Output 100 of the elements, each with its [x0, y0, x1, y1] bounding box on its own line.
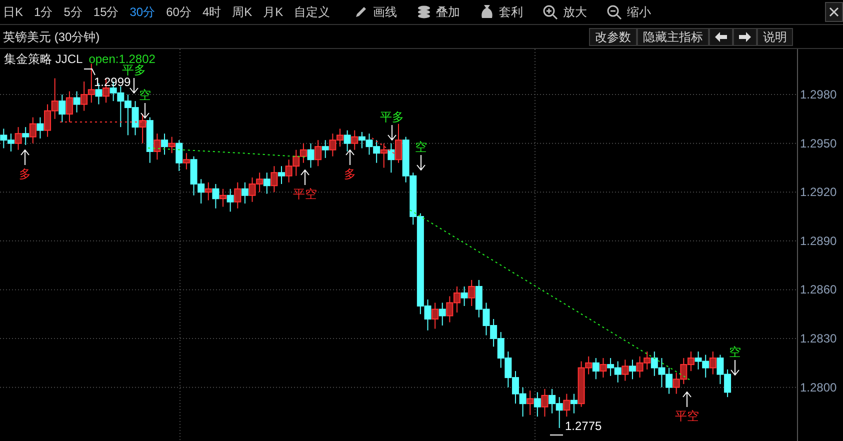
candlestick — [351, 130, 358, 150]
candlestick — [314, 140, 322, 167]
candlestick — [563, 393, 570, 418]
price-axis-label: 1.2950 — [800, 136, 837, 150]
tool-button[interactable]: 缩小 — [607, 3, 652, 21]
down-arrow-icon — [388, 124, 396, 141]
left-arrow-icon — [715, 32, 727, 42]
candlestick — [432, 302, 439, 330]
up-arrow-icon — [682, 391, 692, 408]
period-tab[interactable]: 月K — [263, 3, 284, 21]
down-arrow-icon — [730, 360, 740, 376]
up-arrow-icon — [346, 149, 354, 166]
coin-stack-icon — [417, 5, 432, 19]
price-axis-label: 1.2860 — [800, 282, 837, 297]
forward-arrow-button[interactable] — [733, 28, 757, 46]
period-tab[interactable]: 5分 — [64, 3, 82, 21]
close-button[interactable] — [825, 2, 843, 22]
candlestick — [139, 114, 146, 144]
candlestick — [263, 172, 270, 194]
candlestick — [534, 392, 541, 418]
right-arrow-icon — [739, 32, 751, 42]
signal-label: 空 — [415, 140, 427, 154]
candlestick — [628, 359, 636, 380]
candlestick — [322, 140, 329, 158]
candlestick — [541, 388, 548, 418]
candlestick — [161, 133, 168, 156]
candlestick — [600, 358, 607, 378]
candlestick — [592, 358, 600, 380]
signal-label: 空 — [139, 88, 151, 102]
period-tab[interactable]: 自定义 — [294, 3, 330, 21]
candlestick — [182, 152, 190, 170]
candlestick — [73, 90, 80, 113]
candlestick — [168, 136, 176, 154]
candlestick — [380, 142, 388, 168]
candlestick — [226, 188, 234, 212]
zoom-in-icon — [543, 4, 558, 20]
down-arrow-icon — [140, 102, 150, 119]
signal-label: 空 — [729, 345, 741, 359]
signal-label: 平多 — [380, 110, 404, 124]
signal-label: 平空 — [293, 187, 317, 201]
period-tab[interactable]: 周K — [232, 3, 252, 21]
candlestick — [468, 279, 476, 306]
tool-button[interactable]: 放大 — [543, 3, 588, 21]
header-button[interactable]: 隐藏主指标 — [637, 28, 709, 46]
candlestick — [36, 116, 44, 139]
candlestick — [709, 351, 716, 375]
candlestick — [570, 393, 578, 414]
close-icon — [829, 7, 839, 17]
period-tab[interactable]: 4时 — [202, 3, 222, 21]
down-arrow-icon — [416, 154, 426, 171]
candlestick — [300, 142, 307, 164]
candlestick — [460, 286, 468, 306]
candlestick — [526, 390, 534, 416]
price-axis-label: 1.2920 — [800, 185, 837, 200]
tool-button[interactable]: 叠加 — [417, 3, 460, 21]
price-axis-label: 1.2800 — [800, 380, 837, 394]
candlestick — [438, 302, 446, 326]
candlestick — [14, 126, 22, 150]
price-axis-label: 1.2830 — [800, 332, 837, 346]
candlestick — [66, 90, 73, 123]
header-button[interactable]: 改参数 — [589, 28, 637, 46]
zoom-out-icon — [607, 4, 622, 20]
candlestick — [58, 94, 66, 123]
indicator-value: open:1.2802 — [88, 51, 156, 66]
period-tab[interactable]: 15分 — [93, 3, 119, 21]
up-arrow-icon — [300, 169, 310, 186]
period-tab[interactable]: 30分 — [130, 3, 156, 21]
candlestick — [307, 142, 314, 168]
candlestick — [270, 166, 278, 193]
candlestick — [176, 140, 183, 172]
price-axis-label: 1.2890 — [800, 234, 837, 248]
leader-line — [84, 68, 96, 76]
candlestick — [22, 126, 30, 146]
candlestick — [234, 182, 242, 209]
candlestick — [395, 123, 402, 164]
signal-label: 多 — [344, 167, 356, 181]
indicator-name: 集金策略 JJCL — [4, 51, 83, 68]
header-button[interactable]: 说明 — [757, 28, 793, 46]
period-tab[interactable]: 日K — [3, 3, 24, 21]
period-tab[interactable]: 60分 — [166, 3, 192, 21]
candlestick — [154, 133, 161, 160]
pencil-icon — [354, 5, 368, 19]
tool-button[interactable]: 画线 — [354, 3, 398, 21]
signal-label: 平空 — [675, 409, 699, 423]
candlestick — [204, 182, 212, 201]
tool-button[interactable]: 套利 — [480, 3, 524, 21]
chart-title: 英镑美元 (30分钟) — [2, 28, 100, 46]
candlestick — [29, 116, 36, 144]
period-tab[interactable]: 1分 — [34, 3, 53, 21]
candlestick — [278, 166, 286, 185]
candlestick — [344, 130, 351, 152]
leader-line — [550, 434, 564, 436]
down-arrow-icon — [130, 78, 138, 94]
back-arrow-button[interactable] — [709, 28, 733, 46]
candlestick — [212, 184, 220, 209]
money-bag-icon — [480, 4, 494, 20]
candlestick — [388, 142, 395, 174]
candlestick — [241, 182, 248, 204]
signal-label: 平多 — [122, 63, 146, 77]
price-label: 1.2775 — [565, 419, 602, 433]
